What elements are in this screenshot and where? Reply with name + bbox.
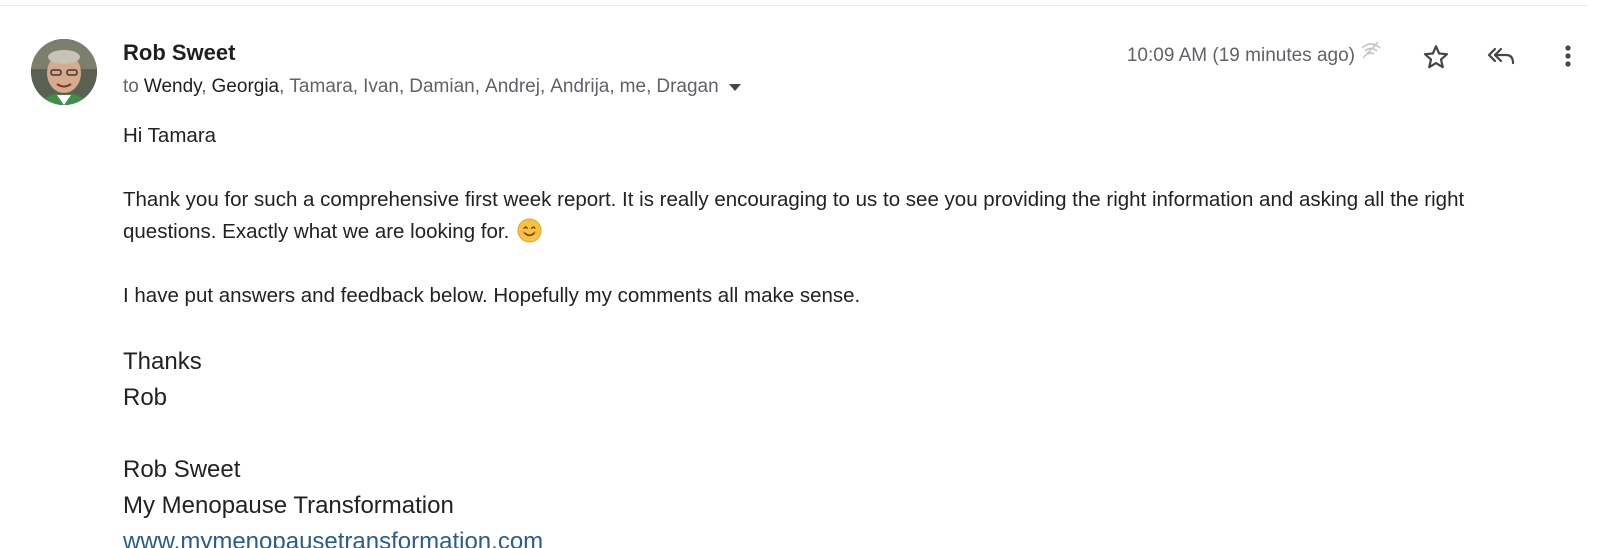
recipient-name[interactable]: Ivan bbox=[363, 76, 399, 97]
star-icon bbox=[1423, 45, 1449, 69]
smiling-face-icon bbox=[517, 218, 542, 243]
signature-company: My Menopause Transformation bbox=[123, 492, 454, 519]
recipient-name[interactable]: Wendy bbox=[144, 76, 201, 97]
recipient-name[interactable]: Dragan bbox=[656, 76, 718, 97]
recipient-name[interactable]: Andrej bbox=[485, 76, 540, 97]
timestamp: 10:09 AM (19 minutes ago) bbox=[1126, 45, 1355, 66]
chevron-down-icon[interactable] bbox=[728, 83, 741, 91]
body-paragraph: Thank you for such a comprehensive first… bbox=[123, 184, 1543, 248]
recipient-name[interactable]: me bbox=[620, 76, 646, 97]
recipient-separator: , bbox=[646, 76, 652, 97]
recipient-name[interactable]: Tamara bbox=[289, 76, 352, 97]
more-vertical-icon bbox=[1565, 45, 1571, 67]
recipient-separator: , bbox=[474, 76, 481, 97]
wifi-off-icon bbox=[1361, 41, 1381, 59]
to-label: to bbox=[123, 76, 139, 97]
reply-all-icon bbox=[1487, 47, 1515, 65]
body-paragraph: I have put answers and feedback below. H… bbox=[123, 284, 861, 307]
divider bbox=[0, 5, 1588, 6]
greeting: Hi Tamara bbox=[123, 124, 217, 147]
recipient-name[interactable]: Georgia bbox=[212, 76, 280, 97]
recipient-separator: , bbox=[398, 76, 405, 97]
recipients-line: to Wendy, Georgia, Tamara, Ivan, Damian, Andr… bbox=[123, 76, 741, 98]
star-button[interactable] bbox=[1416, 37, 1456, 77]
signature-name: Rob Sweet bbox=[123, 456, 241, 483]
body-paragraph-text: Thank you for such a comprehensive first… bbox=[123, 188, 1465, 243]
recipient-separator: , bbox=[201, 76, 207, 97]
sender-name[interactable]: Rob Sweet bbox=[123, 40, 235, 66]
avatar[interactable] bbox=[31, 39, 97, 105]
recipient-separator: , bbox=[352, 76, 359, 97]
recipient-list: Wendy, Georgia, Tamara, Ivan, Damian, Andrej,… bbox=[144, 76, 719, 98]
signature-link[interactable]: www.mymenopausetransformation.com bbox=[123, 528, 543, 548]
email-message: Rob Sweet to Wendy, Georgia, Tamara, Ivan, D… bbox=[0, 0, 1600, 548]
recipient-separator: , bbox=[609, 76, 615, 97]
email-body: Hi Tamara Thank you for such a comprehen… bbox=[123, 120, 1543, 548]
recipient-name[interactable]: Damian bbox=[409, 76, 474, 97]
recipient-separator: , bbox=[539, 76, 546, 97]
signature-spacer bbox=[123, 416, 1543, 452]
more-options-button[interactable] bbox=[1548, 36, 1588, 76]
recipient-separator: , bbox=[279, 76, 285, 97]
reply-all-button[interactable] bbox=[1481, 36, 1521, 76]
signoff: Thanks bbox=[123, 348, 202, 375]
signoff-name: Rob bbox=[123, 384, 168, 411]
recipient-name[interactable]: Andrija bbox=[550, 76, 609, 97]
